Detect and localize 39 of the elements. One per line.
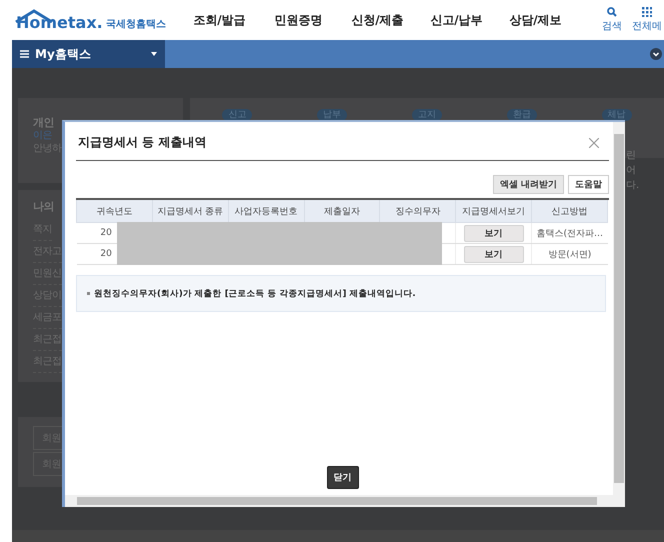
column-header: 지급명세서보기	[456, 200, 532, 222]
menu-icon	[20, 50, 29, 58]
my-hometax-menu[interactable]: My홈택스	[12, 40, 165, 68]
close-button[interactable]: 닫기	[326, 466, 358, 489]
close-icon[interactable]	[589, 138, 599, 148]
column-header: 지급명세서 종류	[152, 200, 228, 222]
column-header: 사업자등록번호	[228, 200, 304, 222]
help-button[interactable]: 도움말	[568, 175, 609, 194]
notice-text: 원천징수의무자(회사)가 제출한 [근로소득 등 각종지급명세서] 제출내역입니다.	[94, 288, 416, 300]
bullet-icon	[87, 292, 90, 295]
horizontal-scrollbar[interactable]	[65, 495, 625, 507]
nav-link[interactable]: 신청/제출	[338, 12, 417, 28]
column-header: 징수의무자	[380, 200, 456, 222]
nav-link[interactable]: 신고/납부	[417, 12, 496, 28]
caret-icon	[151, 52, 157, 56]
view-button[interactable]: 보기	[464, 224, 524, 242]
chevron-down-icon[interactable]	[650, 48, 662, 60]
nav-link[interactable]: 상담/제보	[496, 12, 575, 28]
notice-text: 린	[626, 149, 637, 163]
profile-text: 이은	[33, 129, 52, 142]
menu-button[interactable]: 전체메	[632, 7, 662, 33]
logo-text[interactable]: Hometax.	[16, 14, 103, 32]
vertical-scrollbar[interactable]	[613, 122, 625, 495]
table-cell: 방문(서면)	[532, 244, 608, 264]
nav-link[interactable]: 민원증명	[259, 12, 338, 28]
column-header: 신고방법	[532, 200, 608, 222]
search-icon	[607, 7, 617, 17]
search-button[interactable]: 검색	[602, 7, 622, 33]
notice-text: 어	[626, 164, 637, 178]
excel-download-button[interactable]: 엑셀 내려받기	[492, 175, 564, 194]
dialog-title: 지급명세서 등 제출내역	[78, 134, 206, 151]
logo-subtitle: 국세청홈택스	[106, 18, 166, 32]
grid-icon	[642, 7, 652, 17]
notice-text: 다.	[626, 179, 638, 193]
table-cell: 홈택스(전자파…	[532, 222, 608, 244]
view-button[interactable]: 보기	[464, 246, 524, 262]
column-header: 귀속년도	[76, 200, 152, 222]
nav-link[interactable]: 조회/발급	[180, 12, 259, 28]
column-header: 제출일자	[304, 200, 380, 222]
